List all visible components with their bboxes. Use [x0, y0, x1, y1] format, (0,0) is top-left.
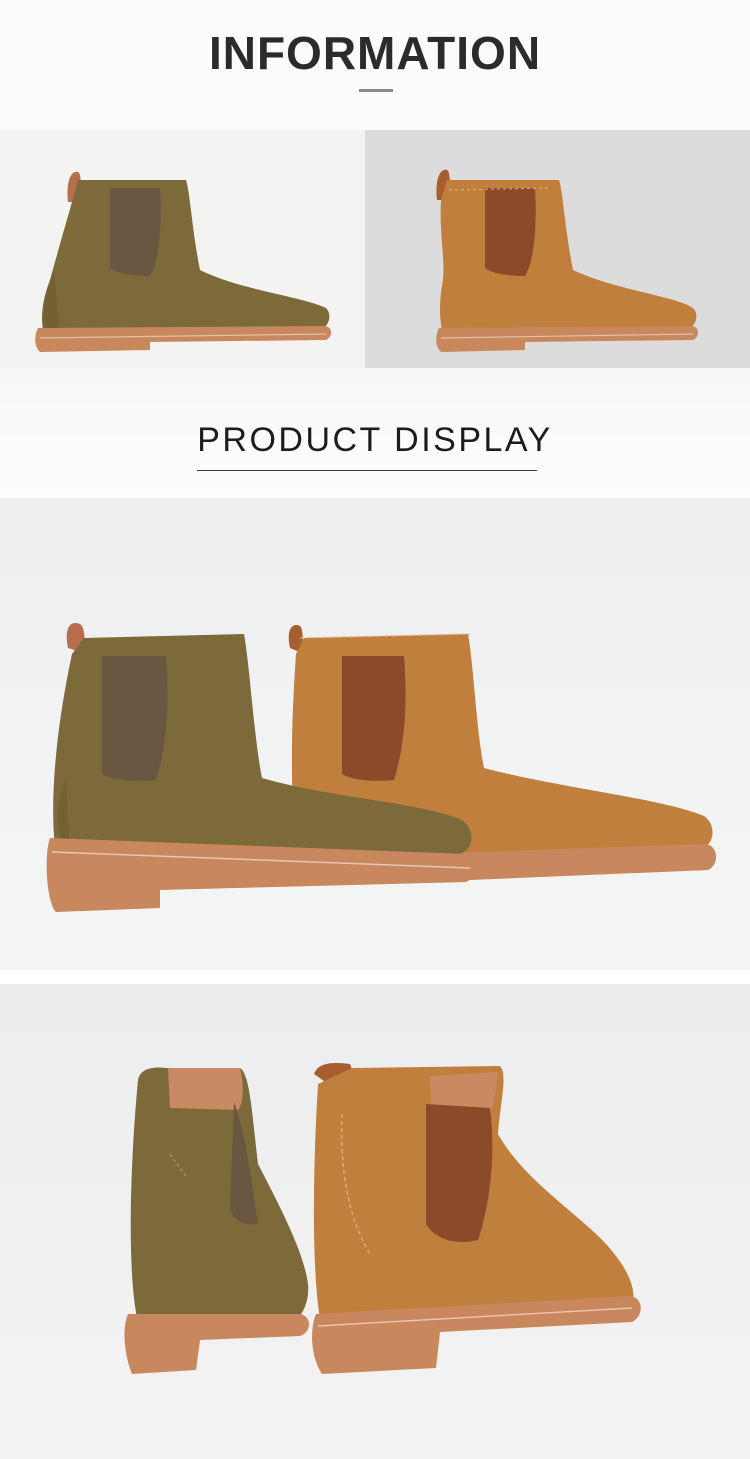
product-photo-rear-view — [0, 984, 750, 1459]
rear-view-boots-image — [124, 1063, 641, 1374]
tan-boot-elastic — [342, 656, 406, 781]
boot-upper — [42, 180, 330, 334]
tan-rear-elastic — [426, 1104, 493, 1243]
olive-rear-sole — [124, 1314, 309, 1374]
side-view-boots-image — [46, 623, 717, 912]
boot-sole — [35, 326, 332, 352]
olive-boot-image — [35, 171, 332, 352]
tan-boot-image — [436, 169, 699, 352]
variant-tan-panel[interactable] — [365, 130, 750, 368]
information-header: INFORMATION — [0, 0, 750, 130]
olive-rear-lining — [168, 1068, 243, 1110]
boot-sole — [436, 326, 699, 352]
variant-olive-panel[interactable] — [0, 130, 365, 368]
title-underline — [359, 89, 393, 92]
photo-divider — [0, 970, 750, 984]
boot-upper — [440, 180, 697, 334]
product-display-underline — [197, 470, 537, 471]
boot-elastic-panel — [110, 188, 161, 276]
information-title: INFORMATION — [208, 27, 542, 79]
boot-elastic-panel — [485, 188, 536, 276]
olive-boot-elastic — [102, 656, 168, 781]
product-display-title: PRODUCT DISPLAY — [197, 421, 553, 459]
product-photo-side-view — [0, 498, 750, 970]
color-variants-row — [0, 130, 750, 368]
